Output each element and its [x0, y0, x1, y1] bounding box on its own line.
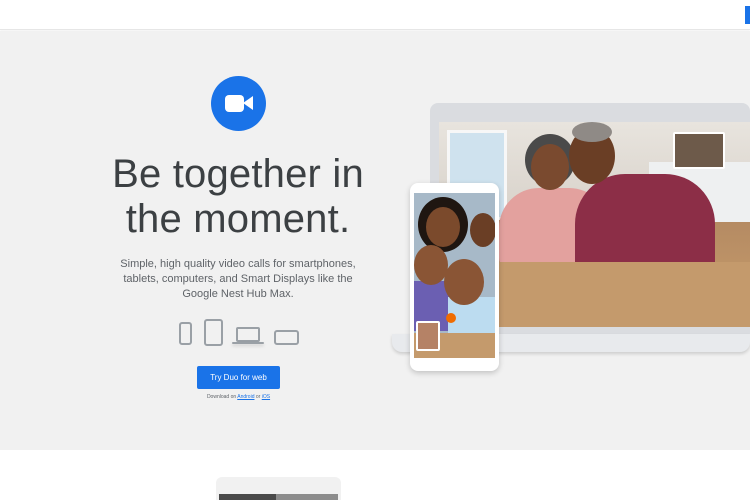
child-face-2 — [444, 259, 484, 305]
ios-link[interactable]: iOS — [262, 394, 270, 400]
nav-action-button[interactable] — [745, 6, 750, 24]
android-link[interactable]: Android — [237, 394, 254, 400]
next-section-card — [216, 477, 341, 500]
camera-lens-shape — [243, 96, 253, 110]
photo-table — [489, 262, 750, 327]
tablet-icon — [204, 319, 223, 346]
smart-display-icon — [274, 330, 299, 345]
download-or-text: or — [255, 394, 261, 400]
father-face — [470, 213, 495, 247]
top-navigation-bar — [0, 0, 750, 30]
phone-self-view-thumbnail — [416, 321, 440, 351]
laptop-icon — [236, 327, 260, 342]
orange-ball — [446, 313, 456, 323]
next-section-image-right — [276, 494, 338, 500]
hero-description: Simple, high quality video calls for sma… — [120, 258, 356, 300]
mother-face — [426, 207, 460, 247]
download-prefix-text: Download on — [206, 394, 237, 400]
headline-line-1: Be together in — [112, 152, 364, 196]
laptop-icon-base — [232, 342, 264, 344]
headline-line-2: the moment. — [125, 197, 351, 241]
download-links: Download on Android or iOS — [160, 394, 317, 400]
device-icons-row — [170, 318, 310, 348]
woman-face — [531, 144, 569, 190]
camera-body-shape — [225, 95, 244, 112]
try-duo-web-button[interactable]: Try Duo for web — [197, 366, 280, 389]
hero-headline: Be together in the moment. — [100, 152, 376, 242]
duo-camera-logo-icon — [211, 76, 266, 131]
man-hair — [572, 122, 612, 142]
phone-icon — [179, 322, 192, 345]
laptop-self-view-thumbnail — [673, 132, 725, 169]
child-face-1 — [414, 245, 448, 285]
